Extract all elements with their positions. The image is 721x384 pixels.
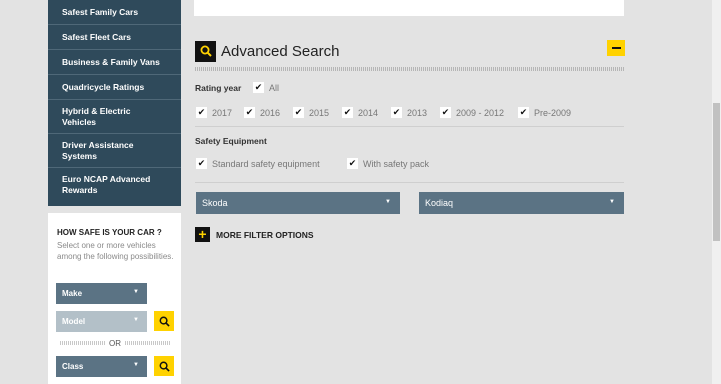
collapse-button[interactable] [607,40,625,56]
search-icon [159,316,170,327]
sidebar-item-label: Euro NCAP Advanced Rewards [62,174,151,195]
previous-panel [194,0,624,16]
checkbox-label: With safety pack [363,158,430,169]
divider-line [60,341,105,345]
more-filter-options[interactable]: + MORE FILTER OPTIONS [195,227,314,242]
model-dropdown-value: Kodiaq [425,198,454,208]
sidebar-item-label: Business & Family Vans [62,56,160,67]
model-search-button[interactable] [154,311,174,331]
checkbox-label: Standard safety equipment [212,158,320,169]
model-dropdown[interactable]: Kodiaq ▼ [419,192,624,214]
checkbox-icon: ✔ [244,107,255,118]
advanced-search-title: Advanced Search [221,42,340,60]
class-select[interactable]: Class ▼ [56,356,147,377]
search-icon [195,40,216,62]
chevron-down-icon: ▼ [133,289,139,295]
make-dropdown[interactable]: Skoda ▼ [196,192,400,214]
class-select-label: Class [62,362,84,371]
chevron-down-icon: ▼ [609,199,615,205]
checkbox-icon: ✔ [347,158,358,169]
checkbox-standard-equipment[interactable]: ✔ Standard safety equipment [196,158,320,169]
sidebar-item-safest-fleet-cars[interactable]: Safest Fleet Cars [48,25,181,50]
sidebar-item-label: Safest Fleet Cars [62,31,131,42]
checkbox-label: 2014 [358,107,379,118]
make-select-label: Make [62,289,83,298]
checkbox-icon: ✔ [342,107,353,118]
section-divider [195,182,624,183]
checkbox-icon: ✔ [196,107,207,118]
checkbox-year-2009-2012[interactable]: ✔ 2009 - 2012 [440,107,504,118]
more-filter-options-label: MORE FILTER OPTIONS [216,229,314,240]
checkbox-year-2017[interactable]: ✔ 2017 [196,107,232,118]
checkbox-label: 2016 [260,107,281,118]
sidebar-item-hybrid-electric[interactable]: Hybrid & Electric Vehicles [48,100,181,134]
sidebar-item-label: Safest Family Cars [62,6,139,17]
or-divider: OR [56,337,174,349]
class-search-button[interactable] [154,356,174,376]
checkbox-icon: ✔ [518,107,529,118]
make-select[interactable]: Make ▼ [56,283,147,304]
checkbox-year-pre-2009[interactable]: ✔ Pre-2009 [518,107,571,118]
dotted-divider [195,67,624,71]
chevron-down-icon: ▼ [133,317,139,323]
sidebar-item-business-family-vans[interactable]: Business & Family Vans [48,50,181,75]
checkbox-label: All [269,82,280,93]
scrollbar-thumb[interactable] [713,103,720,241]
advanced-search-header: Advanced Search [195,40,339,62]
checkbox-year-2013[interactable]: ✔ 2013 [391,107,427,118]
or-label: OR [109,338,121,348]
make-dropdown-value: Skoda [202,198,228,208]
checkbox-label: 2017 [212,107,233,118]
sidebar-item-quadricycle-ratings[interactable]: Quadricycle Ratings [48,75,181,100]
rating-year-label: Rating year [195,83,242,93]
checkbox-label: 2013 [407,107,428,118]
sidebar-item-safest-family-cars[interactable]: Safest Family Cars [48,0,181,25]
checkbox-icon: ✔ [391,107,402,118]
sidebar-item-euro-ncap-advanced[interactable]: Euro NCAP Advanced Rewards [48,168,181,202]
checkbox-icon: ✔ [440,107,451,118]
section-divider [195,126,624,127]
model-select[interactable]: Model ▼ [56,311,147,332]
sidebar-item-driver-assistance[interactable]: Driver Assistance Systems [48,134,181,168]
how-safe-title: HOW SAFE IS YOUR CAR ? [57,228,162,237]
chevron-down-icon: ▼ [133,362,139,368]
checkbox-label: 2009 - 2012 [456,107,505,118]
checkbox-icon: ✔ [293,107,304,118]
checkbox-safety-pack[interactable]: ✔ With safety pack [347,158,429,169]
checkbox-label: 2015 [309,107,330,118]
sidebar-nav: Safest Family Cars Safest Fleet Cars Bus… [48,0,181,206]
minus-icon [611,47,621,49]
safety-equipment-label: Safety Equipment [195,136,267,146]
how-safe-panel: HOW SAFE IS YOUR CAR ? Select one or mor… [48,213,181,384]
page-scrollbar[interactable] [712,0,721,384]
how-safe-description: Select one or more vehicles among the fo… [57,241,174,261]
divider-line [125,341,170,345]
checkbox-icon: ✔ [196,158,207,169]
checkbox-year-2015[interactable]: ✔ 2015 [293,107,329,118]
sidebar-item-label: Driver Assistance Systems [62,139,134,161]
checkbox-year-2016[interactable]: ✔ 2016 [244,107,280,118]
sidebar-item-label: Quadricycle Ratings [62,81,145,92]
search-icon [159,361,170,372]
checkbox-icon: ✔ [253,82,264,93]
checkbox-year-2014[interactable]: ✔ 2014 [342,107,378,118]
checkbox-all[interactable]: ✔ All [253,82,279,93]
sidebar-item-label: Hybrid & Electric Vehicles [62,105,131,127]
plus-icon: + [195,227,210,242]
model-select-label: Model [62,317,86,326]
checkbox-label: Pre-2009 [534,107,572,118]
chevron-down-icon: ▼ [385,199,391,205]
